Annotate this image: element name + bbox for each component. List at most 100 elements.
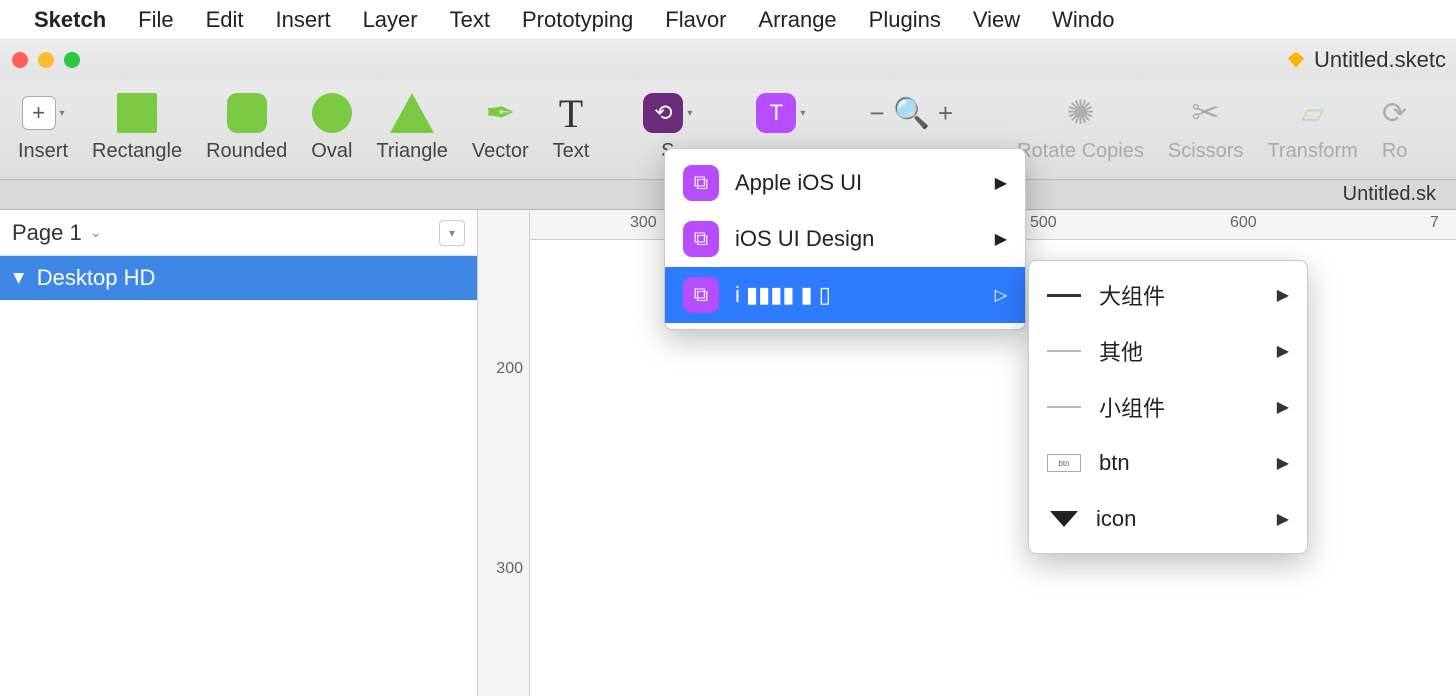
ruler-tick: 600 [1230,214,1257,232]
submenu-label: btn [1099,450,1130,476]
menu-plugins[interactable]: Plugins [869,7,941,33]
thumbnail-icon: btn [1047,454,1081,472]
traffic-lights [12,52,80,68]
zoom-controls: − 🔍 + [857,88,965,140]
menu-edit[interactable]: Edit [206,7,244,33]
zoom-in-button[interactable]: + [938,98,953,129]
ruler-tick: 300 [496,560,523,578]
sketch-file-icon [1286,50,1306,70]
submenu-item[interactable]: icon ▶ [1029,491,1307,547]
rotate-copies-label: Rotate Copies [1017,140,1144,163]
menu-item-label: Apple iOS UI [735,170,862,196]
oval-label: Oval [311,140,352,163]
submenu-arrow-icon: ▶ [995,229,1007,249]
submenu-arrow-icon: ▶ [995,173,1007,193]
rectangle-icon [117,93,157,133]
submenu-arrow-icon: ▶ [1277,509,1289,529]
chevron-down-icon: ⌄ [90,224,102,241]
submenu-label: 大组件 [1099,279,1165,311]
magnifier-icon[interactable]: 🔍 [893,96,930,131]
rotate-copies-tool[interactable]: ✺ Rotate Copies [1005,88,1156,163]
thumbnail-icon [1047,406,1081,408]
page-selector[interactable]: Page 1 ⌄ ▾ [0,210,477,256]
zoom-out-button[interactable]: − [869,98,884,129]
insert-tool[interactable]: +▾ Insert [6,88,80,163]
pen-icon: ✒ [485,92,515,134]
scissors-icon: ✂ [1191,93,1220,133]
transform-label: Transform [1267,140,1357,163]
minimize-window-button[interactable] [38,52,54,68]
rotate-symbol-icon: ⟲ [643,93,683,133]
mac-menubar: Sketch File Edit Insert Layer Text Proto… [0,0,1456,40]
ruler-tick: 500 [1030,214,1057,232]
collapse-button[interactable]: ▾ [439,220,465,246]
symbol-library-menu: ⧉ Apple iOS UI ▶ ⧉ iOS UI Design ▶ ⧉ i ▮… [664,148,1026,330]
submenu-item[interactable]: 其他 ▶ [1029,323,1307,379]
rectangle-tool[interactable]: Rectangle [80,88,194,163]
menu-flavor[interactable]: Flavor [665,7,726,33]
menu-insert[interactable]: Insert [276,7,331,33]
menu-view[interactable]: View [973,7,1020,33]
submenu-arrow-icon: ▶ [1277,397,1289,417]
submenu-label: 小组件 [1099,391,1165,423]
text-styles-tool[interactable]: T▾ [744,88,817,140]
transform-tool[interactable]: ▱ Transform [1255,88,1369,163]
vector-tool[interactable]: ✒ Vector [460,88,541,163]
triangle-label: Triangle [376,140,448,163]
close-window-button[interactable] [12,52,28,68]
menu-item-label: i ▮▮▮▮ ▮ ▯ [735,282,831,308]
submenu-item[interactable]: btn btn ▶ [1029,435,1307,491]
disclosure-triangle-icon[interactable]: ▶ [11,273,28,284]
vertical-ruler: 200 300 [478,210,530,696]
plus-icon: + [22,96,56,130]
rounded-rectangle-icon [227,93,267,133]
oval-tool[interactable]: Oval [299,88,364,163]
menu-prototyping[interactable]: Prototyping [522,7,633,33]
symbol-library-item[interactable]: ⧉ iOS UI Design ▶ [665,211,1025,267]
submenu-label: 其他 [1099,335,1143,367]
link-icon: ⧉ [683,277,719,313]
insert-label: Insert [18,140,68,163]
triangle-tool[interactable]: Triangle [364,88,460,163]
thumbnail-icon [1047,350,1081,352]
transform-icon: ▱ [1301,96,1324,131]
chevron-down-icon: ▾ [800,108,805,119]
submenu-arrow-icon: ▶ [1277,341,1289,361]
layers-sidebar: Page 1 ⌄ ▾ ▶ Desktop HD [0,210,478,696]
layer-name: Desktop HD [37,265,156,291]
rotate-icon: ⟳ [1382,96,1407,131]
rectangle-label: Rectangle [92,140,182,163]
symbol-category-submenu: 大组件 ▶ 其他 ▶ 小组件 ▶ btn btn ▶ icon ▶ [1028,260,1308,554]
scissors-tool[interactable]: ✂ Scissors [1156,88,1256,163]
rotate-label-trunc: Ro [1382,140,1408,163]
submenu-arrow-icon: ▷ [995,285,1007,305]
ruler-tick: 200 [496,360,523,378]
submenu-item[interactable]: 小组件 ▶ [1029,379,1307,435]
fullscreen-window-button[interactable] [64,52,80,68]
text-tool[interactable]: T Text [541,88,602,163]
ruler-tick: 7 [1430,214,1439,232]
document-title-text: Untitled.sketc [1314,47,1446,73]
symbol-library-item[interactable]: ⧉ Apple iOS UI ▶ [665,155,1025,211]
text-icon: T [559,90,583,137]
thumbnail-icon [1050,511,1078,527]
page-label: Page 1 [12,220,82,246]
menu-arrange[interactable]: Arrange [758,7,836,33]
menu-window[interactable]: Windo [1052,7,1114,33]
menu-text[interactable]: Text [450,7,490,33]
menu-file[interactable]: File [138,7,173,33]
rotate-tool[interactable]: ⟳ Ro [1370,88,1420,163]
ruler-tick: 300 [630,214,657,232]
document-tab[interactable]: Untitled.sk [1343,183,1436,206]
text-symbol-icon: T [756,93,796,133]
submenu-arrow-icon: ▶ [1277,285,1289,305]
menu-app[interactable]: Sketch [34,7,106,33]
layer-row[interactable]: ▶ Desktop HD [0,256,477,300]
rounded-tool[interactable]: Rounded [194,88,299,163]
submenu-item[interactable]: 大组件 ▶ [1029,267,1307,323]
link-icon: ⧉ [683,221,719,257]
symbol-library-item-selected[interactable]: ⧉ i ▮▮▮▮ ▮ ▯ ▷ [665,267,1025,323]
menu-item-label: iOS UI Design [735,226,874,252]
submenu-arrow-icon: ▶ [1277,453,1289,473]
menu-layer[interactable]: Layer [363,7,418,33]
